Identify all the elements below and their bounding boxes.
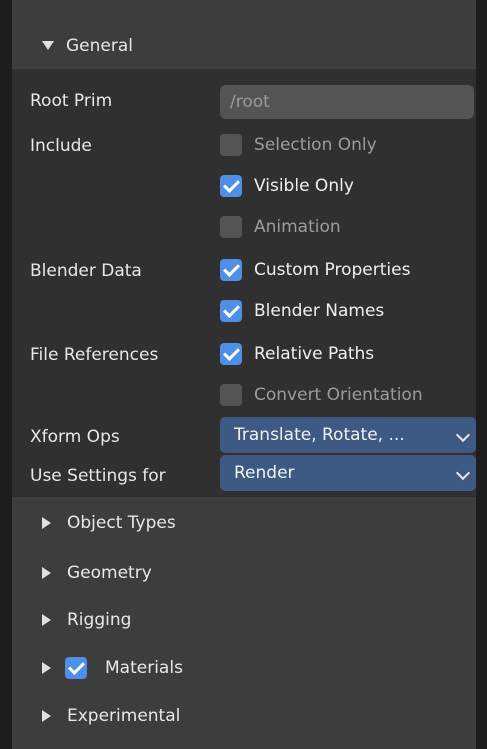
chevron-down-icon (455, 465, 471, 481)
general-panel-header[interactable]: General (12, 22, 476, 69)
expand-triangle-icon (42, 614, 51, 626)
visible-only-checkbox[interactable]: Visible Only (220, 175, 354, 197)
general-properties: Root Prim /root Include Selection Only V… (12, 69, 476, 497)
panel-top-edge (12, 0, 476, 22)
materials-checkmark-icon[interactable] (65, 657, 87, 679)
checkbox-label: Animation (254, 217, 341, 237)
subpanel-geometry[interactable]: Geometry (42, 563, 152, 583)
use-settings-label: Use Settings for (30, 466, 166, 486)
xform-ops-label: Xform Ops (30, 427, 120, 447)
checkbox-label: Convert Orientation (254, 385, 423, 405)
export-options-window: General Root Prim /root Include Selectio… (0, 0, 476, 749)
expand-triangle-icon (42, 567, 51, 579)
checkbox-label: Selection Only (254, 135, 377, 155)
checkbox-label: Visible Only (254, 176, 354, 196)
checkbox-label: Relative Paths (254, 344, 375, 364)
checkbox-icon (220, 134, 242, 156)
checkbox-icon (220, 216, 242, 238)
root-prim-input[interactable]: /root (220, 85, 474, 119)
expand-triangle-icon (42, 710, 51, 722)
checkmark-icon (220, 259, 242, 281)
subpanel-label: Rigging (67, 610, 132, 630)
animation-checkbox[interactable]: Animation (220, 216, 341, 238)
selection-only-checkbox[interactable]: Selection Only (220, 134, 377, 156)
subpanel-label: Materials (105, 658, 183, 678)
blender-names-checkbox[interactable]: Blender Names (220, 300, 384, 322)
use-settings-dropdown[interactable]: Render (220, 455, 476, 491)
checkbox-label: Custom Properties (254, 260, 411, 280)
checkmark-icon (220, 343, 242, 365)
include-label: Include (30, 136, 92, 156)
collapse-triangle-icon (42, 41, 54, 50)
expand-triangle-icon (42, 662, 51, 674)
checkbox-label: Blender Names (254, 301, 385, 321)
convert-orientation-checkbox[interactable]: Convert Orientation (220, 384, 423, 406)
checkbox-icon (220, 384, 242, 406)
collapsed-subpanels: Object Types Geometry Rigging Materials … (12, 497, 476, 749)
subpanel-materials[interactable]: Materials (42, 657, 183, 679)
root-prim-label: Root Prim (30, 91, 113, 111)
subpanel-label: Geometry (67, 563, 152, 583)
subpanel-rigging[interactable]: Rigging (42, 610, 131, 630)
checkmark-icon (220, 300, 242, 322)
blender-data-label: Blender Data (30, 261, 142, 281)
subpanel-object-types[interactable]: Object Types (42, 513, 176, 533)
dropdown-value: Translate, Rotate, ... (234, 425, 405, 445)
file-references-label: File References (30, 345, 159, 365)
chevron-down-icon (455, 427, 471, 443)
checkmark-icon (220, 175, 242, 197)
relative-paths-checkbox[interactable]: Relative Paths (220, 343, 374, 365)
xform-ops-dropdown[interactable]: Translate, Rotate, ... (220, 417, 476, 453)
subpanel-label: Object Types (67, 513, 176, 533)
subpanel-experimental[interactable]: Experimental (42, 706, 180, 726)
custom-properties-checkbox[interactable]: Custom Properties (220, 259, 410, 281)
expand-triangle-icon (42, 517, 51, 529)
subpanel-label: Experimental (67, 706, 181, 726)
general-panel-title: General (66, 35, 133, 56)
dropdown-value: Render (234, 463, 295, 483)
